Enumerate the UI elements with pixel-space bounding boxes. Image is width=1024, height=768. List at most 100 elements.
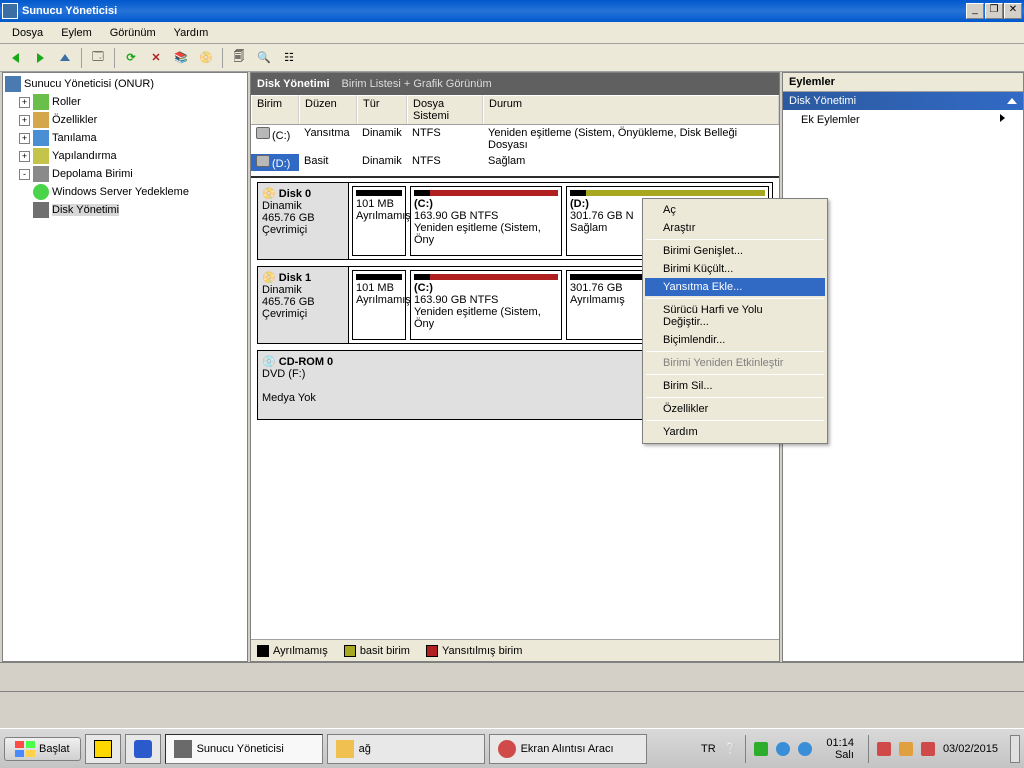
up-button[interactable]	[54, 47, 76, 69]
center-subtitle: Birim Listesi + Grafik Görünüm	[342, 78, 492, 90]
center-header: Disk Yönetimi Birim Listesi + Grafik Gör…	[251, 73, 779, 95]
forward-button[interactable]	[29, 47, 51, 69]
tree-backup[interactable]: Windows Server Yedekleme	[33, 183, 245, 201]
disk1-label[interactable]: 📀 Disk 1 Dinamik 465.76 GB Çevrimiçi	[257, 266, 349, 344]
toolbar-btn-disk1[interactable]: 📚	[170, 47, 192, 69]
ctx-ac[interactable]: Aç	[645, 201, 825, 219]
clock[interactable]: 01:14 Salı	[820, 737, 860, 761]
taskbar-network[interactable]: ağ	[327, 734, 485, 764]
ctx-kucult[interactable]: Birimi Küçült...	[645, 260, 825, 278]
menu-yardim[interactable]: Yardım	[166, 25, 217, 41]
tray-icon-2[interactable]	[776, 742, 790, 756]
ctx-etkinlestir: Birimi Yeniden Etkinleştir	[645, 354, 825, 372]
legend-basit: basit birim	[360, 645, 410, 657]
ctx-sep	[646, 374, 824, 375]
taskbar-kkl[interactable]	[85, 734, 121, 764]
cell-duzen: Yansıtma	[299, 126, 357, 152]
disk0-label[interactable]: 📀 Disk 0 Dinamik 465.76 GB Çevrimiçi	[257, 182, 349, 260]
expand-icon[interactable]: +	[19, 115, 30, 126]
toolbar-btn-view[interactable]: 🗐	[228, 47, 250, 69]
cell-tur: Dinamik	[357, 154, 407, 171]
tray-icon-5[interactable]	[899, 742, 913, 756]
toolbar-btn-x[interactable]: ✕	[145, 47, 167, 69]
tree-root[interactable]: Sunucu Yöneticisi (ONUR)	[5, 75, 245, 93]
date[interactable]: 03/02/2015	[943, 743, 998, 755]
toolbar-btn-1[interactable]: 🗔	[87, 47, 109, 69]
separator-bar	[0, 662, 1024, 692]
col-tur[interactable]: Tür	[357, 95, 407, 124]
ctx-ozellikler[interactable]: Özellikler	[645, 400, 825, 418]
tree-yapilandirma[interactable]: +Yapılandırma	[19, 147, 245, 165]
tree-roller[interactable]: +Roller	[19, 93, 245, 111]
taskbar-powershell[interactable]	[125, 734, 161, 764]
ctx-sil[interactable]: Birim Sil...	[645, 377, 825, 395]
disk0-name: 📀 Disk 0	[262, 187, 344, 200]
tray-icon-1[interactable]	[754, 742, 768, 756]
actions-disk[interactable]: Disk Yönetimi	[783, 92, 1023, 110]
ctx-sep	[646, 420, 824, 421]
kkl-icon	[94, 740, 112, 758]
col-birim[interactable]: Birim	[251, 95, 299, 124]
lang-indicator[interactable]: TR	[701, 743, 716, 755]
tree-depolama[interactable]: -Depolama Birimi	[19, 165, 245, 183]
menu-gorunum[interactable]: Görünüm	[102, 25, 164, 41]
show-desktop[interactable]	[1010, 735, 1020, 763]
tree-diskmgmt[interactable]: Disk Yönetimi	[33, 201, 245, 219]
tray-icon-4[interactable]	[877, 742, 891, 756]
collapse-icon[interactable]: -	[19, 169, 30, 180]
drive-icon	[256, 127, 270, 139]
toolbar-btn-settings[interactable]: ☷	[278, 47, 300, 69]
minimize-button[interactable]: _	[966, 3, 984, 19]
expand-icon[interactable]: +	[19, 133, 30, 144]
taskbar-servermgr[interactable]: Sunucu Yöneticisi	[165, 734, 323, 764]
col-duzen[interactable]: Düzen	[299, 95, 357, 124]
actions-ek[interactable]: Ek Eylemler	[783, 110, 1023, 130]
refresh-button[interactable]: ⟳	[120, 47, 142, 69]
expand-icon[interactable]: +	[19, 151, 30, 162]
cell-birim: (D:)	[251, 154, 299, 171]
menu-eylem[interactable]: Eylem	[53, 25, 100, 41]
ctx-genislet[interactable]: Birimi Genişlet...	[645, 242, 825, 260]
disk0-status: Çevrimiçi	[262, 224, 344, 236]
tray-icon-6[interactable]	[921, 742, 935, 756]
maximize-button[interactable]: ❐	[985, 3, 1003, 19]
volume-header: Birim Düzen Tür Dosya Sistemi Durum	[251, 95, 779, 125]
ctx-yardim[interactable]: Yardım	[645, 423, 825, 441]
menu-dosya[interactable]: Dosya	[4, 25, 51, 41]
cell-ds: NTFS	[407, 126, 483, 152]
col-durum[interactable]: Durum	[483, 95, 779, 124]
taskbar-snip[interactable]: Ekran Alıntısı Aracı	[489, 734, 647, 764]
back-button[interactable]	[4, 47, 26, 69]
disk1-part1[interactable]: (C:) 163.90 GB NTFS Yeniden eşitleme (Si…	[410, 270, 562, 340]
help-icon[interactable]: ❔	[724, 742, 738, 755]
start-button[interactable]: Başlat	[4, 737, 81, 761]
tray-icon-3[interactable]	[798, 742, 812, 756]
app-icon	[2, 3, 18, 19]
window-title: Sunucu Yöneticisi	[22, 5, 966, 17]
ctx-yansitma[interactable]: Yansıtma Ekle...	[645, 278, 825, 296]
title-bar: Sunucu Yöneticisi _ ❐ ✕	[0, 0, 1024, 22]
toolbar-btn-disk2[interactable]: 📀	[195, 47, 217, 69]
volume-row[interactable]: (C:) Yansıtma Dinamik NTFS Yeniden eşitl…	[251, 125, 779, 153]
cell-ds: NTFS	[407, 154, 483, 171]
disk1-type: Dinamik	[262, 284, 344, 296]
legend-ayrilmamis: Ayrılmamış	[273, 645, 328, 657]
ctx-bicimlendir[interactable]: Biçimlendir...	[645, 331, 825, 349]
tree-pane[interactable]: Sunucu Yöneticisi (ONUR) +Roller +Özelli…	[2, 72, 248, 662]
actions-title: Eylemler	[783, 73, 1023, 92]
disk0-part0[interactable]: 101 MB Ayrılmamış	[352, 186, 406, 256]
disk1-part0[interactable]: 101 MB Ayrılmamış	[352, 270, 406, 340]
col-ds[interactable]: Dosya Sistemi	[407, 95, 483, 124]
toolbar-btn-find[interactable]: 🔍	[253, 47, 275, 69]
ctx-harf[interactable]: Sürücü Harfi ve Yolu Değiştir...	[645, 301, 825, 331]
config-icon	[33, 148, 49, 164]
day: Salı	[826, 749, 854, 761]
volume-row[interactable]: (D:) Basit Dinamik NTFS Sağlam	[251, 153, 779, 172]
legend-swatch-red	[426, 645, 438, 657]
disk0-part1[interactable]: (C:) 163.90 GB NTFS Yeniden eşitleme (Si…	[410, 186, 562, 256]
close-button[interactable]: ✕	[1004, 3, 1022, 19]
tree-tanilama[interactable]: +Tanılama	[19, 129, 245, 147]
ctx-arastir[interactable]: Araştır	[645, 219, 825, 237]
tree-ozellikler[interactable]: +Özellikler	[19, 111, 245, 129]
expand-icon[interactable]: +	[19, 97, 30, 108]
